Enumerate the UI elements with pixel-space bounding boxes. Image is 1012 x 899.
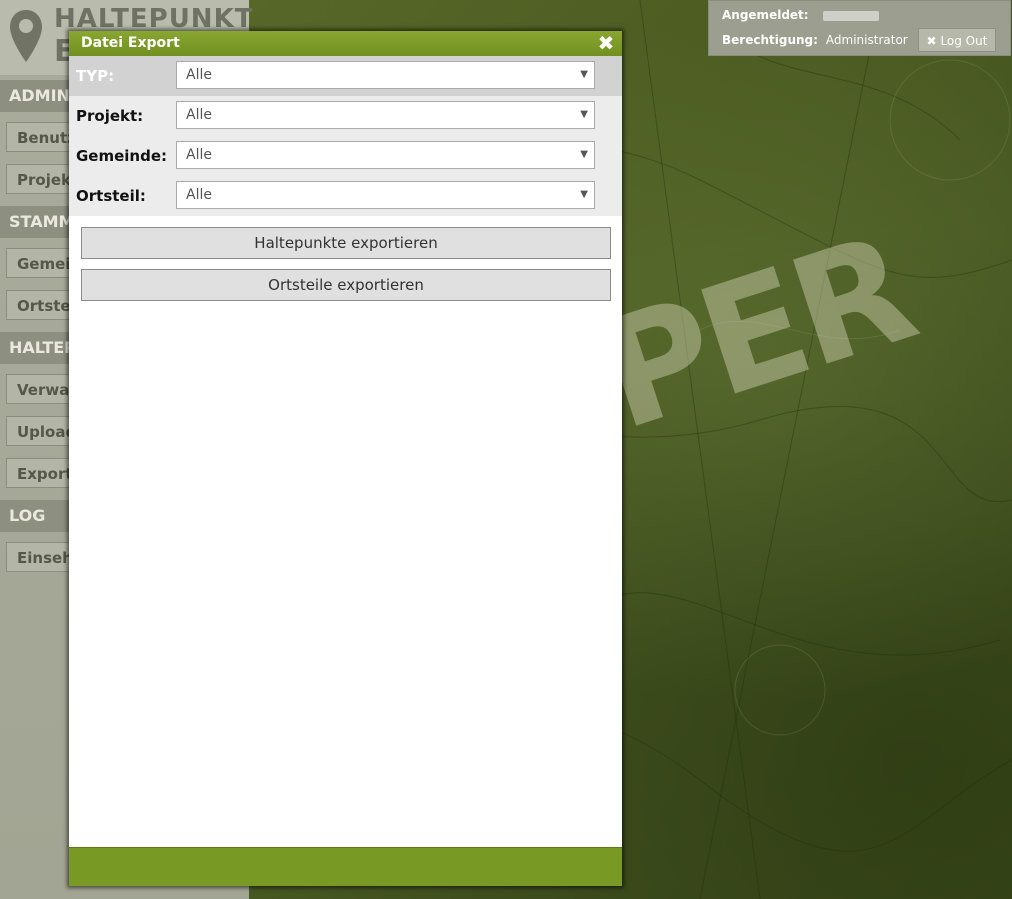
- logged-in-label: Angemeldet:: [722, 8, 809, 22]
- dropdown-arrow-icon: ▼: [580, 189, 588, 200]
- type-select-value: Alle: [186, 67, 212, 83]
- municipality-label: Gemeinde:: [76, 147, 168, 165]
- logged-in-row: Angemeldet:: [722, 8, 879, 26]
- permission-row: Berechtigung: Administrator: [722, 33, 908, 51]
- dropdown-arrow-icon: ▼: [580, 69, 588, 80]
- logout-button[interactable]: ✖ Log Out: [918, 28, 996, 52]
- field-row-type: TYP: Alle ▼: [69, 56, 622, 96]
- type-label: TYP:: [76, 67, 115, 85]
- district-select-value: Alle: [186, 187, 212, 203]
- project-label: Projekt:: [76, 107, 144, 125]
- dropdown-arrow-icon: ▼: [580, 149, 588, 160]
- map-pin-icon: [10, 10, 42, 62]
- project-select-value: Alle: [186, 107, 212, 123]
- logout-label: Log Out: [940, 34, 988, 48]
- field-row-district: Ortsteil: Alle ▼: [69, 176, 622, 216]
- permission-label: Berechtigung:: [722, 33, 818, 47]
- logo-title: HALTEPUNKT: [54, 4, 254, 34]
- dropdown-arrow-icon: ▼: [580, 109, 588, 120]
- user-info-panel: Angemeldet: Berechtigung: Administrator ✖…: [708, 0, 1011, 56]
- municipality-select-value: Alle: [186, 147, 212, 163]
- dialog-footer: [69, 847, 622, 886]
- close-icon[interactable]: ✖: [596, 33, 616, 53]
- close-icon: ✖: [926, 34, 937, 48]
- username-redacted: [822, 10, 879, 21]
- project-select[interactable]: Alle ▼: [176, 101, 595, 129]
- type-select[interactable]: Alle ▼: [176, 61, 595, 89]
- dialog-header: Datei Export ✖: [69, 31, 622, 56]
- district-select[interactable]: Alle ▼: [176, 181, 595, 209]
- field-row-municipality: Gemeinde: Alle ▼: [69, 136, 622, 176]
- export-dialog: Datei Export ✖ TYP: Alle ▼ Projekt: Alle…: [69, 31, 622, 886]
- district-label: Ortsteil:: [76, 187, 146, 205]
- municipality-select[interactable]: Alle ▼: [176, 141, 595, 169]
- export-stops-button[interactable]: Haltepunkte exportieren: [81, 227, 611, 259]
- field-row-project: Projekt: Alle ▼: [69, 96, 622, 136]
- export-districts-button[interactable]: Ortsteile exportieren: [81, 269, 611, 301]
- dialog-title: Datei Export: [81, 35, 180, 51]
- permission-value: Administrator: [825, 33, 908, 47]
